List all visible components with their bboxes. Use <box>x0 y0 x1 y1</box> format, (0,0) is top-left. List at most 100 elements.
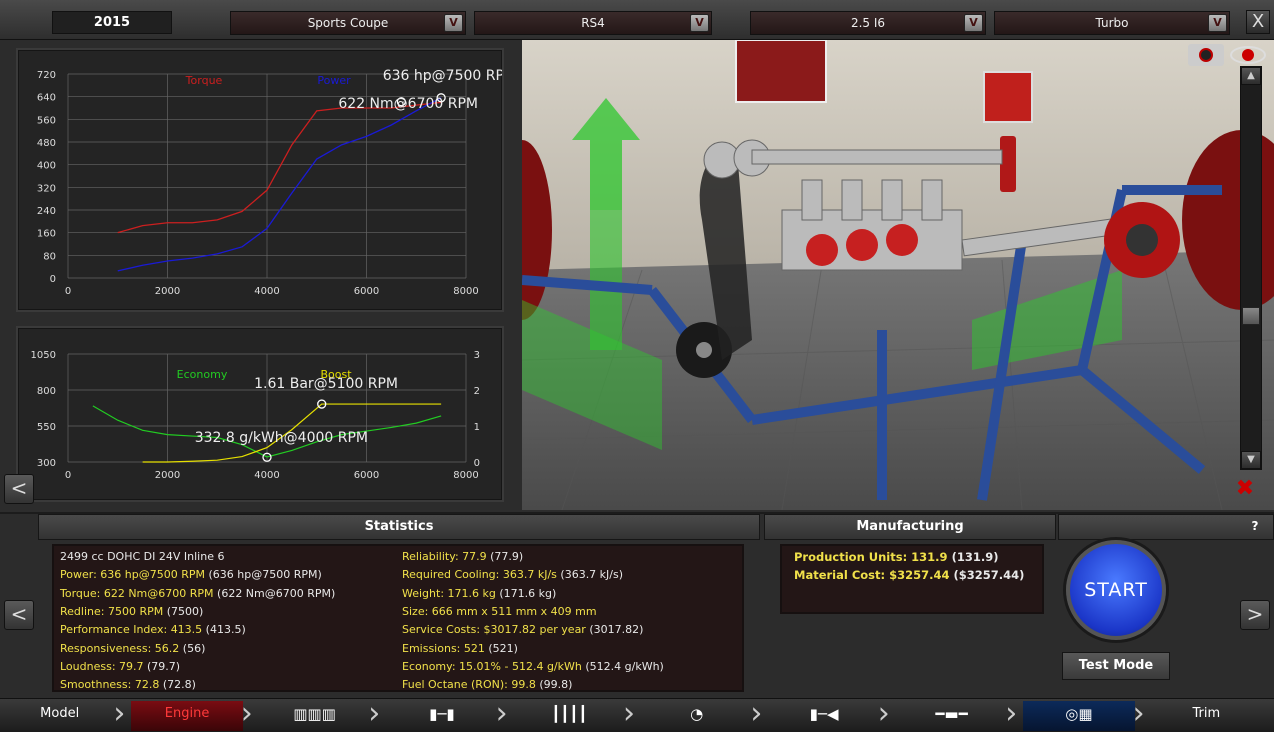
eye-icon[interactable] <box>1228 44 1268 66</box>
nav-item-dyno[interactable]: ◎▦ <box>1023 701 1135 731</box>
fuel-system-icon: ▮─◀ <box>809 705 839 723</box>
prev-page-button[interactable]: < <box>4 600 34 630</box>
bottom-nav: Model › Engine › ▥▥▥ › ▮─▮ › ┃┃┃┃ › ◔ › ▮─◀ › ━▬━ › ◎▦ › T… <box>0 698 1274 732</box>
stat-label: Size: 666 mm x 511 mm x 409 mm <box>402 604 597 618</box>
crankshaft-icon: ▮─▮ <box>429 705 455 723</box>
stat-value: (72.8) <box>159 678 196 692</box>
nav-item-crankshaft[interactable]: ▮─▮ <box>386 701 497 731</box>
y-tick-label: 0 <box>50 274 56 285</box>
nav-item-block[interactable]: ▥▥▥ <box>259 701 370 731</box>
engine-3d-viewport[interactable]: ▲ ▼ ✖ <box>522 40 1274 510</box>
statistics-header: Statistics <box>38 514 760 540</box>
help-button[interactable]: ? <box>1242 516 1268 538</box>
camera-icon[interactable] <box>1188 44 1224 66</box>
nav-item-label: Trim <box>1192 706 1221 721</box>
nav-item-fuel-system[interactable]: ▮─◀ <box>768 701 879 731</box>
x-tick-label: 8000 <box>453 470 478 481</box>
stat-value: (99.8) <box>535 678 573 692</box>
stat-row: Service Costs: $3017.82 per year (3017.8… <box>402 623 643 636</box>
zoom-down-button[interactable]: ▼ <box>1241 451 1261 469</box>
annotation-label: 332.8 g/kWh@4000 RPM <box>195 430 368 446</box>
close-button[interactable]: X <box>1246 10 1270 34</box>
model-dropdown-value: RS4 <box>581 16 605 30</box>
turbo-icon: ◔ <box>690 705 704 723</box>
y-right-tick-label: 1 <box>474 422 480 433</box>
y-tick-label: 480 <box>37 138 56 149</box>
y-right-tick-label: 3 <box>474 350 480 361</box>
stat-row: Required Cooling: 363.7 kJ/s (363.7 kJ/s… <box>402 568 623 581</box>
top-bar: 2015 Sports Coupe V RS4 V 2.5 I6 V Turbo… <box>0 0 1274 40</box>
charts-panel: 720 640 560 480 400 320 240 160 80 0 0 2000 4000 6000… <box>0 40 522 510</box>
stat-value: (363.7 kJ/s) <box>556 568 624 582</box>
y-tick-label: 320 <box>37 183 56 194</box>
nav-item-engine[interactable]: Engine <box>131 701 243 731</box>
engine-designer-screen: 2015 Sports Coupe V RS4 V 2.5 I6 V Turbo… <box>0 0 1274 732</box>
nav-item-valvetrain[interactable]: ┃┃┃┃ <box>514 701 625 731</box>
chevron-down-icon[interactable]: V <box>444 14 463 32</box>
zoom-scroll-thumb[interactable] <box>1242 307 1260 325</box>
stat-label: 2499 cc DOHC DI 24V Inline 6 <box>60 550 225 563</box>
next-page-button[interactable]: > <box>1240 600 1270 630</box>
body-dropdown-value: Sports Coupe <box>307 16 389 30</box>
economy-boost-chart: 1050 800 550 300 3 2 1 0 0 2000 4000 6000 8000 Econom… <box>16 326 504 502</box>
annotation-label: 1.61 Bar@5100 RPM <box>254 376 398 392</box>
x-tick-label: 0 <box>65 286 71 297</box>
x-tick-label: 2000 <box>155 470 180 481</box>
stat-value: (3017.82) <box>585 623 644 637</box>
stat-label: Responsiveness: 56.2 <box>60 641 180 655</box>
aspiration-dropdown[interactable]: Turbo V <box>994 11 1230 35</box>
y-left-tick-label: 1050 <box>31 350 56 361</box>
nav-item-turbo[interactable]: ◔ <box>641 701 752 731</box>
annotation-label: 622 Nm@6700 RPM <box>338 96 478 112</box>
stat-label: Torque: 622 Nm@6700 RPM <box>60 586 214 600</box>
x-tick-label: 4000 <box>254 470 279 481</box>
statistics-box: 2499 cc DOHC DI 24V Inline 6 Power: 636 h… <box>52 544 744 692</box>
zoom-up-button[interactable]: ▲ <box>1241 67 1261 85</box>
chevron-down-icon[interactable]: V <box>690 14 709 32</box>
engine-render-illustration <box>522 40 1274 510</box>
collapse-charts-button[interactable]: < <box>4 474 34 504</box>
stat-label: Economy: 15.01% - 512.4 g/kWh <box>402 659 582 673</box>
stat-row: Performance Index: 413.5 (413.5) <box>60 623 246 636</box>
y-left-tick-label: 300 <box>37 458 56 469</box>
stat-row: Size: 666 mm x 511 mm x 409 mm <box>402 605 597 618</box>
exhaust-icon: ━▬━ <box>935 705 968 723</box>
chevron-down-icon[interactable]: V <box>964 14 983 32</box>
nav-item-model[interactable]: Model <box>4 701 115 731</box>
reset-view-icon[interactable]: ✖ <box>1226 476 1264 502</box>
manufacturing-box: Production Units: 131.9 (131.9) Material… <box>780 544 1044 614</box>
model-dropdown[interactable]: RS4 V <box>474 11 712 35</box>
nav-separator-icon: › <box>623 696 635 731</box>
block-icon: ▥▥▥ <box>293 705 336 723</box>
start-button[interactable]: START <box>1066 540 1166 640</box>
nav-separator-icon: › <box>1132 696 1145 731</box>
stat-value: (56) <box>179 641 206 655</box>
nav-separator-icon: › <box>750 696 763 731</box>
nav-separator-icon: › <box>1005 696 1018 731</box>
nav-item-trim[interactable]: Trim <box>1151 701 1262 731</box>
nav-item-label: Engine <box>164 706 210 721</box>
stat-label: Performance Index: 413.5 <box>60 623 203 637</box>
body-dropdown[interactable]: Sports Coupe V <box>230 11 466 35</box>
legend-torque: Torque <box>185 74 223 87</box>
stat-row: Redline: 7500 RPM (7500) <box>60 605 203 618</box>
series-line-torque <box>117 101 442 234</box>
stat-label: Emissions: 521 <box>402 641 485 655</box>
nav-item-exhaust[interactable]: ━▬━ <box>896 701 1007 731</box>
dyno-icon: ◎▦ <box>1065 705 1093 723</box>
stat-row: Torque: 622 Nm@6700 RPM (622 Nm@6700 RPM… <box>60 587 335 600</box>
economy-boost-chart-svg: 1050 800 550 300 3 2 1 0 0 2000 4000 6000 8000 Econom… <box>31 350 480 481</box>
stat-row: 2499 cc DOHC DI 24V Inline 6 <box>60 550 224 563</box>
x-tick-label: 6000 <box>354 286 379 297</box>
y-tick-label: 80 <box>43 251 56 262</box>
x-tick-label: 8000 <box>453 286 478 297</box>
zoom-scrollbar[interactable]: ▲ ▼ <box>1240 66 1262 470</box>
test-mode-button[interactable]: Test Mode <box>1062 652 1170 680</box>
legend-economy: Economy <box>177 368 228 381</box>
chevron-down-icon[interactable]: V <box>1208 14 1227 32</box>
stat-value: (7500) <box>163 604 204 618</box>
x-tick-label: 4000 <box>254 286 279 297</box>
stat-label: Fuel Octane (RON): 99.8 <box>402 678 536 692</box>
engine-dropdown[interactable]: 2.5 I6 V <box>750 11 986 35</box>
x-tick-label: 2000 <box>155 286 180 297</box>
